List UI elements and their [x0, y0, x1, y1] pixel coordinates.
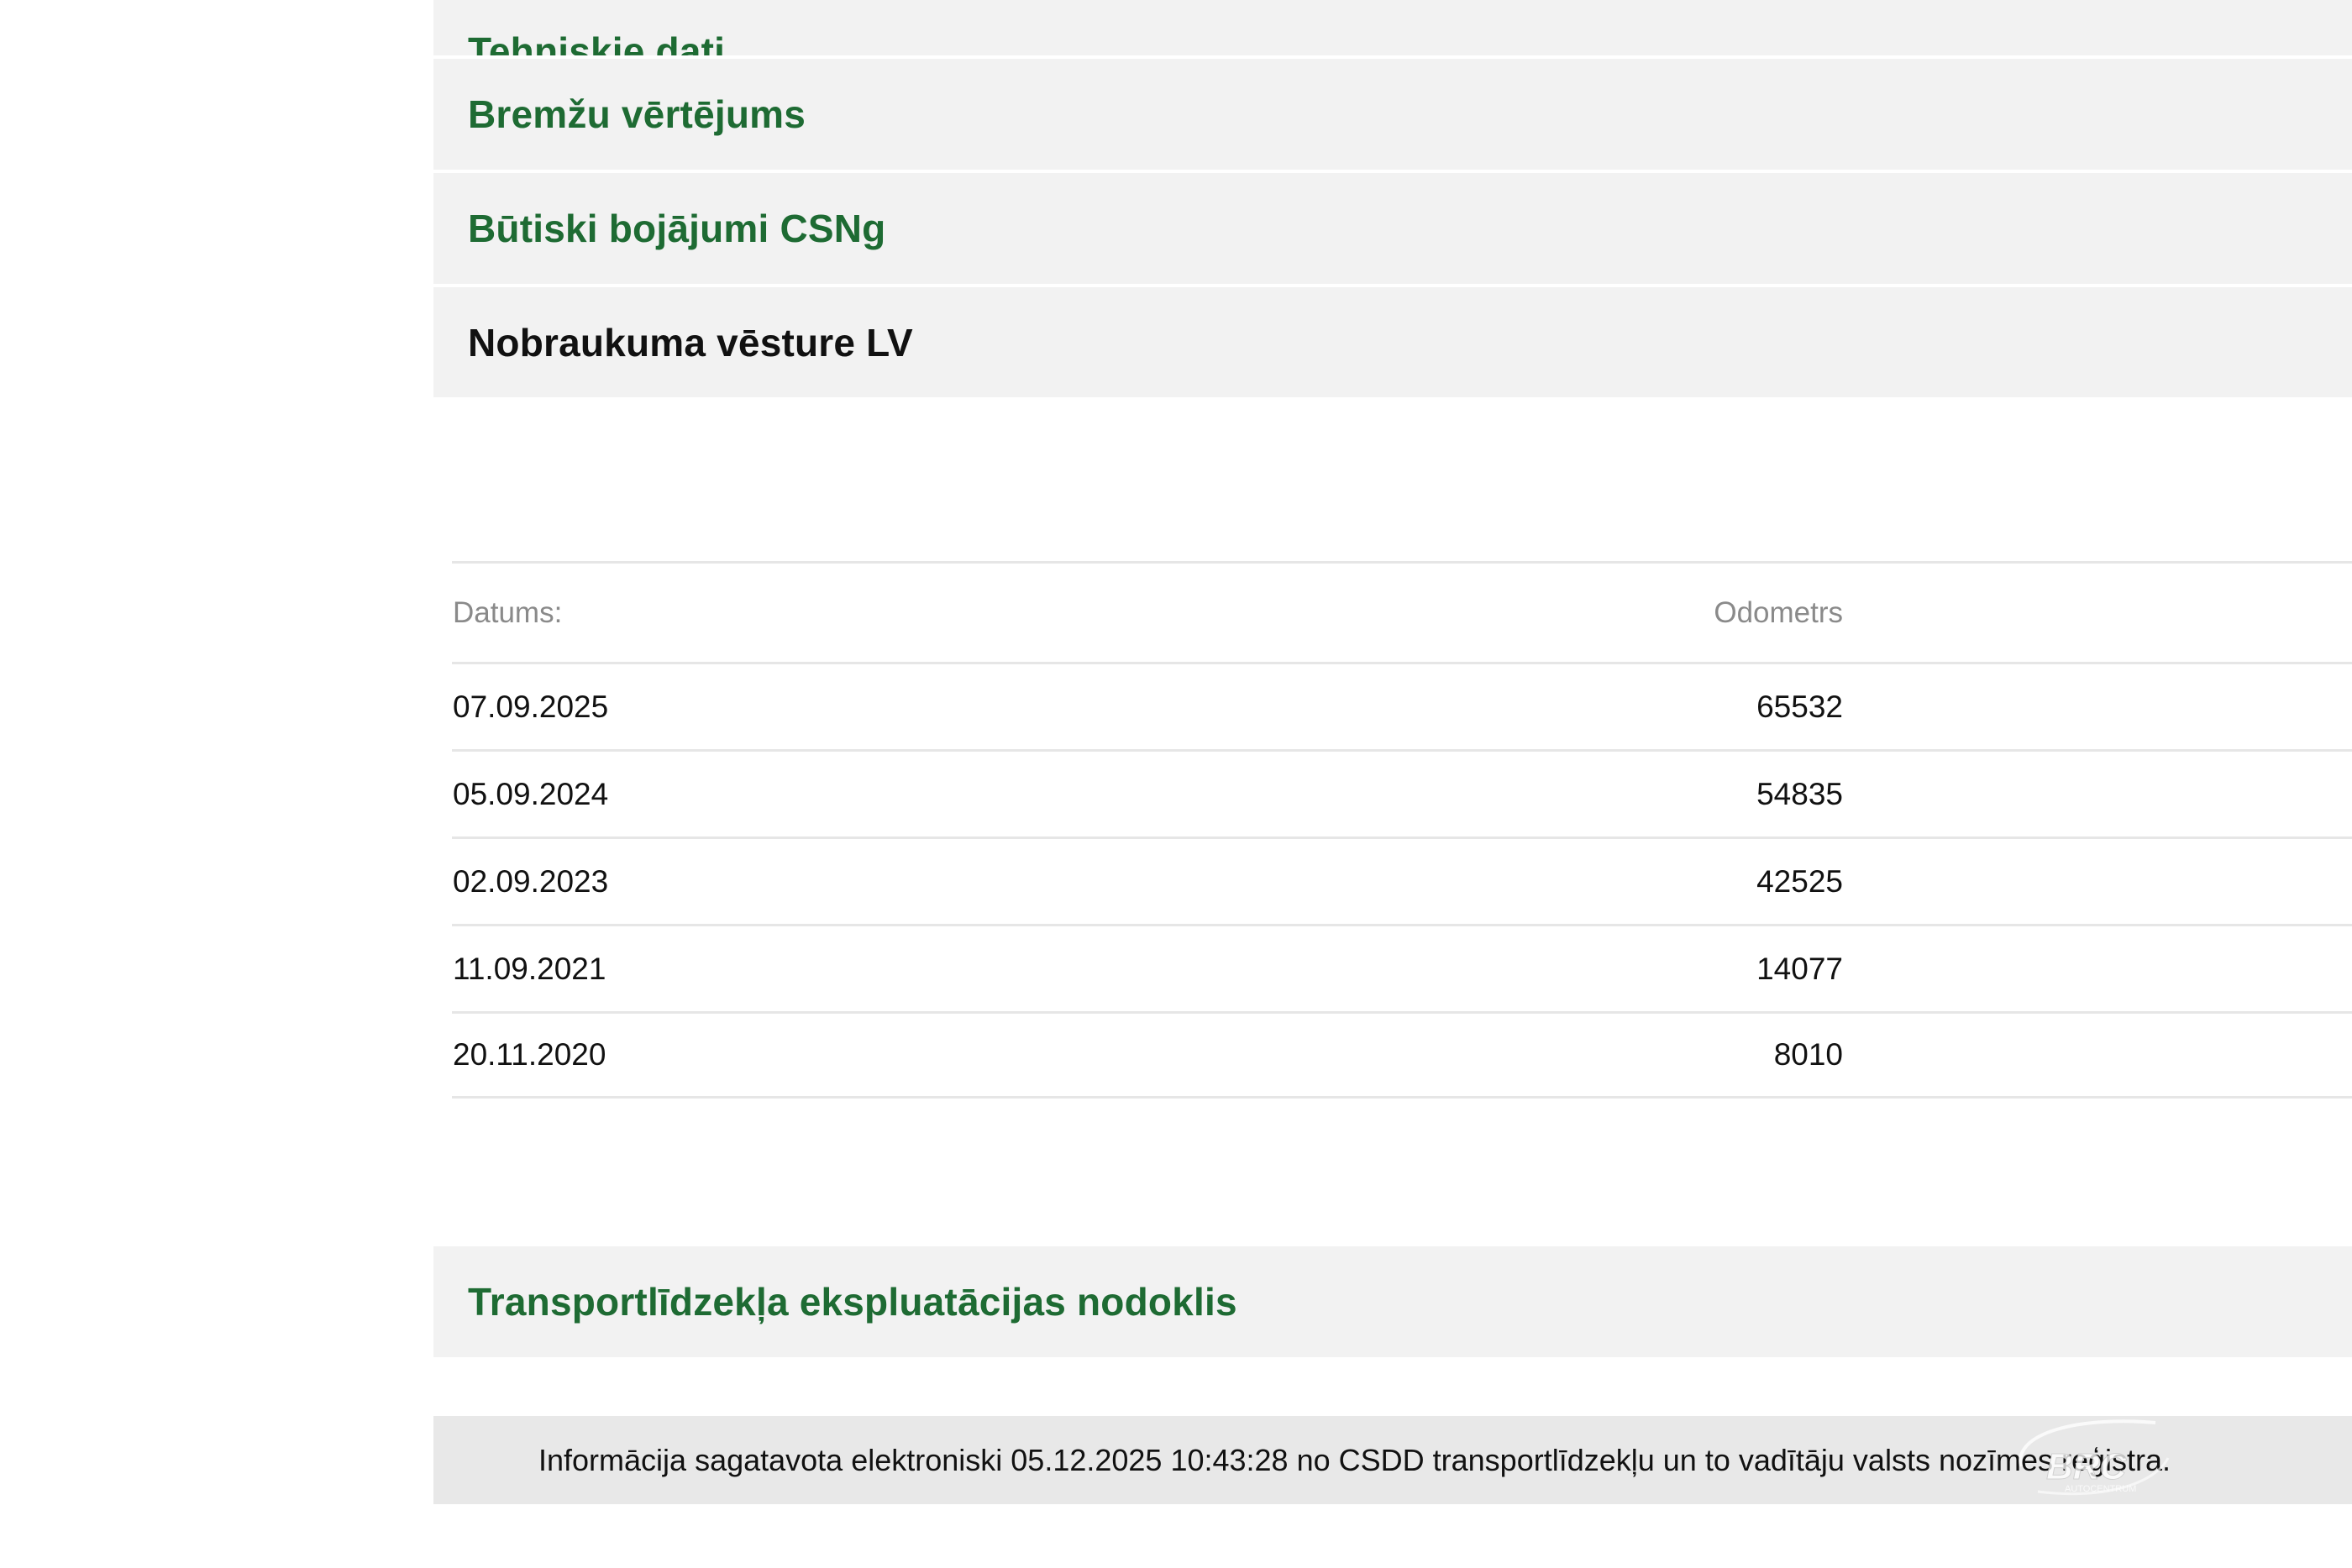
row-odometer: 8010	[1773, 1037, 1843, 1072]
row-date: 20.11.2020	[453, 1037, 606, 1072]
brc-watermark-logo: BRC AUTOCENTRUM	[2019, 1419, 2170, 1496]
section-tehniskie-dati[interactable]: Tehniskie dati	[433, 0, 2352, 55]
section-butiski-bojajumi[interactable]: Būtiski bojājumi CSNg	[433, 173, 2352, 284]
row-date: 02.09.2023	[453, 863, 609, 899]
row-odometer: 54835	[1756, 776, 1843, 811]
section-bremzu-vertejums[interactable]: Bremžu vērtējums	[433, 59, 2352, 170]
table-row: 07.09.2025 65532	[452, 662, 2352, 749]
table-header-row: Datums: Odometrs	[452, 561, 2352, 662]
section-label: Bremžu vērtējums	[468, 92, 806, 136]
table-row: 05.09.2024 54835	[452, 749, 2352, 836]
mileage-table: Datums: Odometrs 07.09.2025 65532 05.09.…	[452, 561, 2352, 1099]
row-odometer: 65532	[1756, 689, 1843, 724]
section-label: Būtiski bojājumi CSNg	[468, 207, 886, 250]
svg-text:BRC: BRC	[2046, 1446, 2128, 1487]
section-ekspluatacijas-nodoklis[interactable]: Transportlīdzekļa ekspluatācijas nodokli…	[433, 1246, 2352, 1357]
row-date: 07.09.2025	[453, 689, 609, 724]
section-label: Transportlīdzekļa ekspluatācijas nodokli…	[468, 1280, 1237, 1324]
row-odometer: 42525	[1756, 863, 1843, 899]
svg-text:AUTOCENTRUM: AUTOCENTRUM	[2065, 1484, 2136, 1494]
info-text: Informācija sagatavota elektroniski 05.1…	[538, 1442, 2171, 1477]
row-odometer: 14077	[1756, 951, 1843, 986]
row-date: 11.09.2021	[453, 951, 606, 986]
header-odometer: Odometrs	[1714, 595, 1843, 629]
table-row: 11.09.2021 14077	[452, 924, 2352, 1011]
header-date: Datums:	[453, 595, 563, 629]
section-label: Nobraukuma vēsture LV	[468, 320, 913, 364]
section-label: Tehniskie dati	[468, 29, 726, 55]
row-date: 05.09.2024	[453, 776, 609, 811]
table-row: 20.11.2020 8010	[452, 1011, 2352, 1099]
table-row: 02.09.2023 42525	[452, 836, 2352, 924]
section-nobraukuma-vesture[interactable]: Nobraukuma vēsture LV	[433, 287, 2352, 397]
